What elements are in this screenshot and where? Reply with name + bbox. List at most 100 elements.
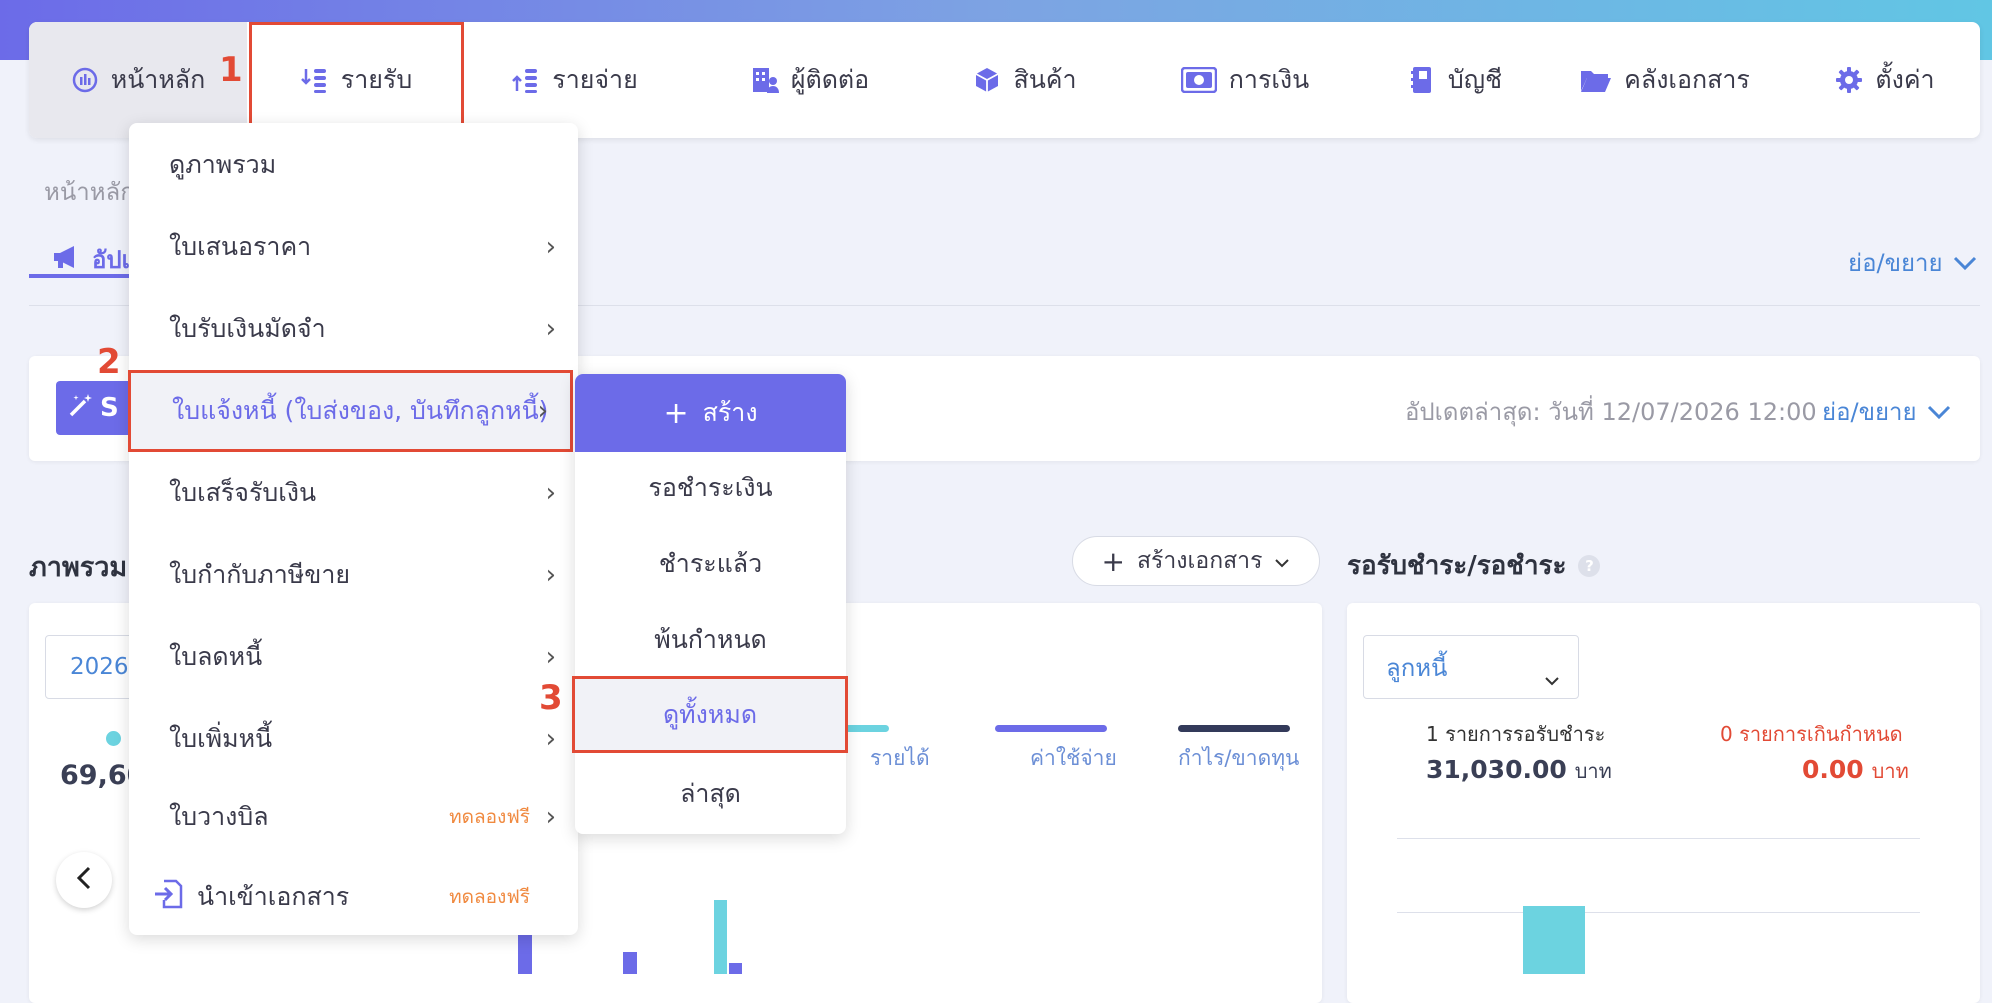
menu-item-quotation[interactable]: ใบเสนอราคา ›: [129, 206, 578, 288]
contacts-icon: [751, 66, 779, 94]
gear-icon: [1835, 66, 1863, 94]
menu-item-credit-note[interactable]: ใบลดหนี้ ›: [129, 616, 578, 698]
chevron-right-icon: ›: [537, 396, 548, 426]
legend-swatch-expense: [995, 725, 1107, 732]
nav-label: บัญชี: [1447, 65, 1503, 94]
box-icon: [973, 66, 1001, 94]
chevron-right-icon: ›: [545, 642, 556, 672]
income-icon: [300, 66, 329, 94]
nav-label: หน้าหลัก: [110, 65, 206, 94]
receivable-bar: [1523, 906, 1585, 974]
create-invoice-button[interactable]: + สร้าง: [575, 374, 846, 452]
menu-item-import[interactable]: นำเข้าเอกสาร ทดลองฟรี: [129, 856, 578, 938]
last-updated: อัปเดตล่าสุด: วันที่ 12/07/2026 12:00: [1405, 398, 1817, 426]
nav-documents[interactable]: คลังเอกสาร: [1560, 22, 1770, 138]
currency: บาท: [1871, 759, 1909, 783]
chevron-down-icon: [1953, 249, 1977, 277]
nav-products[interactable]: สินค้า: [930, 22, 1120, 138]
chevron-down-icon: [1274, 548, 1290, 574]
chevron-right-icon: ›: [545, 314, 556, 344]
step-marker-1: 1: [219, 50, 243, 90]
overdue-amount: 0.00: [1802, 755, 1864, 784]
nav-label: รายจ่าย: [552, 65, 638, 94]
chevron-left-icon: [76, 866, 91, 894]
money-icon: [1180, 66, 1217, 94]
chevron-down-icon: [1544, 664, 1560, 692]
nav-label: ตั้งค่า: [1875, 65, 1935, 94]
submenu-item-latest[interactable]: ล่าสุด: [575, 756, 846, 832]
collapse-toggle[interactable]: ย่อ/ขยาย: [1848, 243, 1977, 282]
nav-label: สินค้า: [1013, 65, 1077, 94]
menu-item-billing-note[interactable]: ใบวางบิล ทดลองฟรี ›: [129, 776, 578, 858]
collapse-toggle-2[interactable]: ย่อ/ขยาย: [1822, 392, 1951, 431]
folder-icon: [1580, 66, 1612, 94]
legend-profit: กำไร/ขาดทุน: [1178, 746, 1300, 770]
menu-item-deposit-receipt[interactable]: ใบรับเงินมัดจำ ›: [129, 288, 578, 370]
dashboard-icon: [71, 66, 99, 94]
tab-underline: [29, 274, 139, 278]
pending-amount: 31,030.00: [1426, 755, 1567, 784]
nav-label: ผู้ติดต่อ: [790, 65, 870, 94]
trial-badge: ทดลองฟรี: [449, 886, 530, 908]
nav-accounting[interactable]: บัญชี: [1370, 22, 1540, 138]
debtor-select[interactable]: ลูกหนี้: [1363, 635, 1579, 699]
prev-button[interactable]: [56, 852, 112, 908]
plus-icon: +: [663, 395, 689, 431]
book-icon: [1408, 66, 1436, 94]
menu-item-overview[interactable]: ดูภาพรวม: [129, 124, 578, 206]
chevron-right-icon: ›: [545, 232, 556, 262]
menu-item-tax-invoice[interactable]: ใบกำกับภาษีขาย ›: [129, 534, 578, 616]
nav-label: คลังเอกสาร: [1624, 65, 1750, 94]
breadcrumb[interactable]: หน้าหลัก: [44, 172, 135, 211]
magic-wand-icon: [68, 392, 94, 425]
overview-title: ภาพรวม: [29, 552, 128, 583]
legend-swatch-profit: [1178, 725, 1290, 732]
help-icon[interactable]: ?: [1578, 554, 1601, 577]
legend-expense: ค่าใช้จ่าย: [1030, 746, 1117, 770]
chart-bar: [729, 963, 742, 974]
chart-bar: [623, 952, 637, 974]
gridline: [1397, 838, 1920, 839]
nav-contacts[interactable]: ผู้ติดต่อ: [700, 22, 920, 138]
overdue-count: 0 รายการเกินกำหนด: [1720, 722, 1903, 746]
trial-badge: ทดลองฟรี: [449, 806, 530, 828]
receivable-title: รอรับชำระ/รอชำระ ?: [1347, 545, 1601, 586]
legend-income: รายได้: [870, 746, 930, 770]
submenu-item-view-all[interactable]: ดูทั้งหมด: [572, 676, 848, 753]
nav-home[interactable]: หน้าหลัก: [29, 22, 247, 138]
step-marker-2: 2: [97, 342, 121, 382]
legend-swatch-income: [845, 725, 889, 732]
gridline: [1397, 912, 1920, 913]
step-marker-3: 3: [539, 678, 563, 718]
megaphone-icon: [52, 245, 82, 275]
chevron-right-icon: ›: [545, 478, 556, 508]
legend-dot: [106, 731, 121, 746]
nav-settings[interactable]: ตั้งค่า: [1800, 22, 1970, 138]
overdue-amount-row: 0.00 บาท: [1802, 755, 1909, 787]
submenu-item-unpaid[interactable]: รอชำระเงิน: [575, 450, 846, 526]
submenu-item-paid[interactable]: ชำระแล้ว: [575, 526, 846, 602]
pending-amount-row: 31,030.00 บาท: [1426, 755, 1612, 787]
chevron-down-icon: [1927, 398, 1951, 426]
chevron-right-icon: ›: [545, 560, 556, 590]
nav-income[interactable]: รายรับ: [249, 22, 464, 138]
menu-item-invoice[interactable]: ใบแจ้งหนี้ (ใบส่งของ, บันทึกลูกหนี้) ›: [128, 370, 573, 452]
chevron-right-icon: ›: [545, 802, 556, 832]
import-icon: [153, 879, 183, 915]
chevron-right-icon: ›: [545, 724, 556, 754]
chart-bar: [714, 900, 727, 974]
expense-icon: [512, 66, 540, 94]
menu-item-debit-note[interactable]: ใบเพิ่มหนี้ ›: [129, 698, 578, 780]
nav-label: รายรับ: [340, 65, 413, 94]
submenu-item-overdue[interactable]: พ้นกำหนด: [575, 602, 846, 678]
nav-finance[interactable]: การเงิน: [1140, 22, 1350, 138]
pending-count: 1 รายการรอรับชำระ: [1426, 722, 1606, 746]
chart-bar: [518, 935, 532, 974]
nav-expense[interactable]: รายจ่าย: [470, 22, 680, 138]
nav-label: การเงิน: [1228, 65, 1310, 94]
wizard-button[interactable]: S: [56, 381, 134, 435]
currency: บาท: [1574, 759, 1612, 783]
create-document-button[interactable]: + สร้างเอกสาร: [1072, 536, 1320, 586]
plus-icon: +: [1101, 544, 1125, 578]
menu-item-receipt[interactable]: ใบเสร็จรับเงิน ›: [129, 452, 578, 534]
